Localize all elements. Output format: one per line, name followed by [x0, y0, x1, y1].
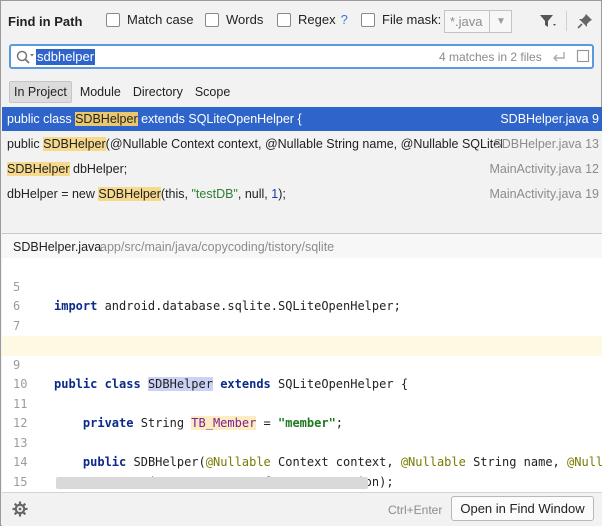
- regex-help-link[interactable]: ?: [341, 12, 348, 27]
- checkbox-box[interactable]: [361, 12, 375, 27]
- result-post: (@Nullable Context context, @Nullable St…: [105, 137, 502, 151]
- code-line: 12: [2, 395, 602, 430]
- code-line: 5 import android.database.sqlite.SQLiteO…: [2, 258, 602, 314]
- match-case-checkbox[interactable]: Match case: [106, 12, 193, 27]
- result-post: dbHelper;: [69, 162, 128, 176]
- results-list: public class SDBHelper extends SQLiteOpe…: [2, 107, 602, 233]
- dialog-footer: Ctrl+Enter Open in Find Window: [2, 492, 602, 526]
- code-line: 8: [2, 317, 602, 352]
- preview-header: SDBHelper.java app/src/main/java/copycod…: [2, 234, 602, 258]
- words-checkbox[interactable]: Words: [205, 12, 263, 27]
- result-file: MainActivity.java 19: [489, 187, 599, 201]
- match-count: 4 matches in 2 files: [439, 50, 542, 64]
- code-line: 14 super(context, name, factory, version…: [2, 434, 602, 489]
- result-file: SDBHelper.java 13: [493, 137, 599, 151]
- regex-checkbox[interactable]: Regex ?: [277, 12, 348, 27]
- checkbox-box[interactable]: [205, 12, 219, 27]
- toolbar-divider: [566, 11, 567, 31]
- result-post: extends SQLiteOpenHelper {: [137, 112, 302, 126]
- match-case-label: Match case: [127, 12, 194, 27]
- tab-directory[interactable]: Directory: [129, 82, 187, 102]
- search-query[interactable]: sdbhelper: [36, 49, 96, 65]
- preview-file-path: app/src/main/java/copycoding/tistory/sql…: [100, 240, 335, 254]
- shortcut-hint: Ctrl+Enter: [388, 503, 443, 517]
- result-pre: dbHelper = new: [7, 187, 99, 201]
- checkbox-box[interactable]: [106, 12, 120, 27]
- open-in-find-window-button[interactable]: Open in Find Window: [451, 496, 594, 521]
- preview-file-name: SDBHelper.java: [13, 240, 102, 254]
- code-preview[interactable]: 5 import android.database.sqlite.SQLiteO…: [2, 258, 602, 492]
- result-match: SDBHelper: [43, 137, 106, 151]
- new-line-icon[interactable]: [551, 49, 567, 65]
- code-line: 13 public SDBHelper(@Nullable Context co…: [2, 414, 602, 470]
- code-line: 10: [2, 356, 602, 391]
- file-mask-label: File mask:: [382, 12, 442, 27]
- result-row[interactable]: SDBHelper dbHelper; MainActivity.java 12: [2, 157, 602, 181]
- horizontal-scrollbar[interactable]: [56, 477, 368, 489]
- result-row[interactable]: dbHelper = new SDBHelper(this, "testDB",…: [2, 182, 602, 206]
- words-label: Words: [226, 12, 264, 27]
- search-input[interactable]: sdbhelper 4 matches in 2 files: [9, 44, 594, 69]
- result-row[interactable]: public class SDBHelper extends SQLiteOpe…: [2, 107, 602, 131]
- result-post: , null,: [237, 187, 272, 201]
- dialog-title: Find in Path: [8, 14, 83, 29]
- result-file: SDBHelper.java 9: [496, 112, 599, 126]
- checkbox-box[interactable]: [277, 12, 291, 27]
- pin-icon[interactable]: [576, 12, 594, 30]
- result-string: "testDB": [191, 187, 238, 201]
- result-post: (this,: [160, 187, 192, 201]
- result-text: public class SDBHelper extends SQLiteOpe…: [7, 112, 302, 126]
- tab-scope[interactable]: Scope: [191, 82, 234, 102]
- result-pre: public class: [7, 112, 76, 126]
- regex-label: Regex: [298, 12, 336, 27]
- expand-icon[interactable]: [576, 49, 590, 63]
- scope-tabs: In Project Module Directory Scope: [9, 81, 238, 103]
- search-icon[interactable]: [15, 49, 35, 65]
- code-line: 7 import androidx.annotation.Nullable;: [2, 297, 602, 353]
- result-match: SDBHelper: [98, 187, 161, 201]
- find-in-path-dialog: Find in Path Match case Words Regex ? Fi…: [0, 0, 602, 526]
- result-text: public SDBHelper(@Nullable Context conte…: [7, 137, 502, 151]
- tab-in-project[interactable]: In Project: [9, 81, 72, 103]
- result-match: SDBHelper: [75, 112, 138, 126]
- code-line: 11 private String TB_Member = "member";: [2, 375, 602, 430]
- result-text: dbHelper = new SDBHelper(this, "testDB",…: [7, 187, 286, 201]
- result-pre: public: [7, 137, 44, 151]
- filter-icon[interactable]: [538, 13, 558, 31]
- result-row[interactable]: public SDBHelper(@Nullable Context conte…: [2, 132, 602, 156]
- code-line: 6: [2, 278, 602, 313]
- gear-icon[interactable]: [12, 501, 28, 517]
- file-mask-checkbox[interactable]: File mask:: [361, 12, 441, 27]
- result-post: );: [278, 187, 286, 201]
- result-file: MainActivity.java 12: [489, 162, 599, 176]
- tab-module[interactable]: Module: [76, 82, 125, 102]
- result-text: SDBHelper dbHelper;: [7, 162, 127, 176]
- code-line: 15 }: [2, 453, 602, 489]
- result-match: SDBHelper: [7, 162, 70, 176]
- chevron-down-icon[interactable]: ▼: [489, 10, 512, 33]
- code-line-current: 9 public class SDBHelper extends SQLiteO…: [2, 336, 602, 391]
